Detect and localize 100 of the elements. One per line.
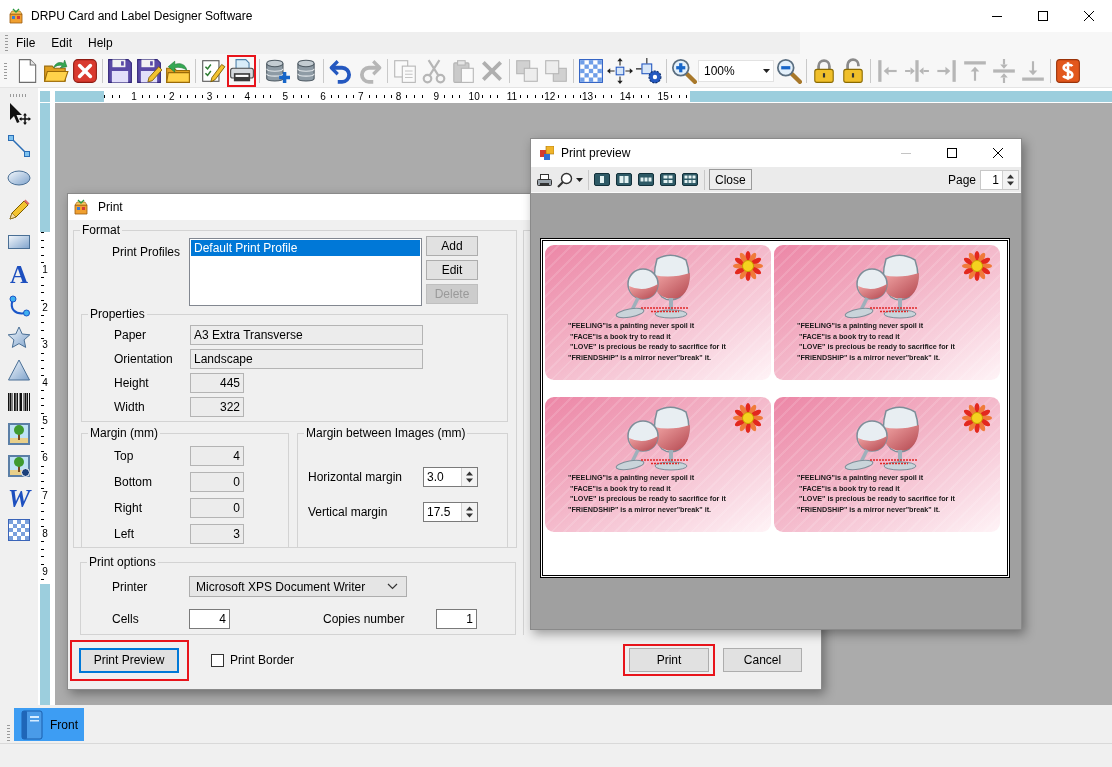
window-title: DRPU Card and Label Designer Software — [31, 9, 253, 23]
flower-drawing — [733, 403, 763, 433]
input-field[interactable]: 0 — [190, 472, 244, 492]
checkbox[interactable] — [211, 653, 224, 667]
spin-arrows-icon — [465, 470, 474, 484]
close-icon — [993, 148, 1003, 158]
input-field[interactable]: 1 — [436, 609, 477, 629]
group-label: Properties — [89, 307, 146, 321]
tree-picture-disc-icon — [7, 454, 31, 478]
dialog-title: Print — [98, 200, 123, 214]
window-icon — [540, 146, 554, 160]
move-arrows-icon — [606, 57, 633, 84]
align-center-icon — [903, 57, 930, 84]
flower-drawing — [962, 403, 992, 433]
number-input[interactable]: 17.5 — [424, 503, 461, 521]
app-icon — [73, 199, 89, 215]
flower-drawing — [733, 251, 763, 281]
profile-list[interactable]: Default Print Profile — [189, 238, 422, 306]
page-label: Page — [947, 172, 976, 187]
input-field[interactable]: 4 — [190, 446, 244, 466]
ruler-number: 10 — [467, 91, 482, 102]
pencil-icon — [7, 198, 31, 222]
printer-icon — [228, 57, 255, 84]
number-input[interactable]: 1 — [981, 170, 1002, 189]
dialog-button[interactable]: Add — [426, 236, 478, 256]
spin-arrows-icon — [465, 505, 474, 519]
text-tool[interactable]: A — [2, 258, 36, 290]
field-label: Cells — [112, 612, 140, 626]
dialog-button[interactable]: Cancel — [723, 648, 802, 672]
number-input[interactable]: 3.0 — [424, 468, 461, 486]
printer-icon — [535, 172, 553, 187]
grip-handle[interactable] — [4, 62, 7, 79]
group-label: Margin between Images (mm) — [305, 426, 467, 440]
grip-handle[interactable] — [5, 35, 8, 51]
grip-handle[interactable] — [10, 93, 28, 97]
maximize-icon — [947, 148, 957, 158]
caret-down-icon — [576, 177, 583, 182]
ruler-number: 13 — [580, 91, 595, 102]
search-icon — [557, 171, 573, 188]
field-label: Copies number — [323, 612, 406, 626]
input-field[interactable]: 0 — [190, 498, 244, 518]
field-label: Paper — [114, 328, 148, 342]
ruler-number: 12 — [542, 91, 557, 102]
zoom-in-icon — [670, 57, 697, 84]
checkbox-label: Print Border — [230, 653, 295, 667]
ruler-number: 2 — [41, 301, 49, 314]
grid-icon — [577, 57, 604, 84]
group-label: Format — [81, 223, 121, 237]
field-label: Bottom — [114, 475, 153, 489]
spin-arrows-icon — [1006, 172, 1015, 187]
group-label: Margin (mm) — [89, 426, 159, 440]
dollar-icon — [1054, 57, 1081, 84]
printer-dropdown[interactable]: Microsoft XPS Document Writer — [189, 576, 407, 597]
four-pages-icon — [660, 173, 676, 186]
curve-icon — [7, 294, 31, 318]
menu-item[interactable]: Help — [80, 33, 121, 53]
input-field[interactable]: 445 — [190, 373, 244, 393]
close-preview-button[interactable]: Close — [709, 169, 752, 190]
database-plus-icon — [263, 57, 290, 84]
field-label: Horizontal margin — [308, 470, 404, 484]
field-label: Vertical margin — [308, 505, 389, 519]
close-icon — [71, 57, 98, 84]
close-icon — [1084, 11, 1094, 21]
six-pages-icon — [682, 173, 698, 186]
dialog-button[interactable]: Edit — [426, 260, 478, 280]
move-gear-icon — [635, 57, 662, 84]
align-middle-icon — [990, 57, 1017, 84]
input-field[interactable]: 3 — [190, 524, 244, 544]
spin-field[interactable]: 3.0 — [423, 467, 478, 487]
spin-field[interactable]: 17.5 — [423, 502, 478, 522]
grip-handle[interactable] — [7, 725, 10, 741]
floppy-pencil-icon — [135, 57, 162, 84]
ruler-number: 1 — [41, 264, 49, 276]
scissors-icon — [420, 57, 447, 84]
two-pages-icon — [616, 173, 632, 186]
menu-item[interactable]: File — [8, 33, 44, 53]
list-item[interactable]: Default Print Profile — [191, 240, 420, 256]
field-label: Left — [114, 527, 135, 541]
page-tab[interactable]: Front — [14, 708, 84, 741]
field-label: Printer — [112, 579, 149, 594]
zoom-combo[interactable]: 100% — [698, 59, 774, 82]
one-page-icon — [594, 173, 610, 186]
ruler-number: 11 — [504, 91, 519, 102]
print-button[interactable] — [227, 54, 256, 87]
menu-item[interactable]: Edit — [43, 33, 81, 53]
input-field[interactable]: 322 — [190, 397, 244, 417]
field-label: Height — [114, 376, 150, 390]
book-icon — [18, 709, 46, 740]
tree-picture-icon — [7, 422, 31, 446]
print-preview-button[interactable]: Print Preview — [79, 647, 179, 673]
input-field[interactable]: A3 Extra Transverse — [190, 325, 423, 345]
three-pages-icon — [638, 173, 654, 186]
input-field[interactable]: 4 — [189, 609, 230, 629]
wordart-tool[interactable]: W — [2, 482, 36, 514]
zoom-out-icon — [775, 57, 802, 84]
ruler-number: 14 — [618, 91, 633, 102]
page-spin-field[interactable]: 1 — [980, 169, 1019, 190]
ruler-number: 8 — [41, 527, 49, 540]
dialog-button[interactable]: Print — [629, 648, 709, 672]
input-field[interactable]: Landscape — [190, 349, 423, 369]
